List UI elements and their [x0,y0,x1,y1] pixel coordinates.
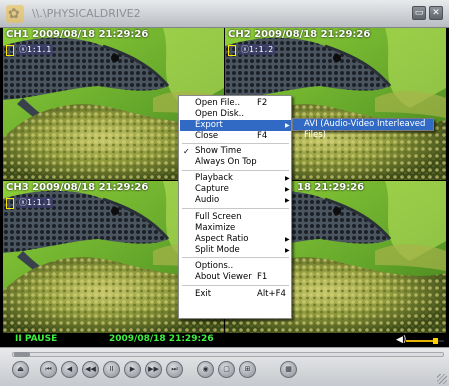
menu-item-exit[interactable]: Exit Alt+F4 [180,289,291,300]
menu-item-label: Audio [195,195,220,205]
title-bar: ✿ \\.\PHYSICALDRIVE2 ▭ ✕ [0,0,449,28]
submenu-arrow-icon: ▶ [285,247,290,254]
menu-item-about-viewer[interactable]: About Viewer F1 [180,272,291,283]
export-avi-option[interactable]: AVI (Audio-Video Interleaved Files) [304,119,433,141]
menu-item-shortcut: F2 [257,98,268,108]
window-title: \\.\PHYSICALDRIVE2 [32,7,141,20]
channel-sub-label: ⓧ1:1.1 [17,197,54,208]
menu-item-label: Always On Top [195,157,257,167]
menu-separator [182,208,289,209]
menu-item-label: Maximize [195,223,236,233]
menu-item-label: Capture [195,184,229,194]
channel-sub-label: ⓧ1:1.1 [17,44,54,55]
volume-thumb[interactable] [433,338,439,344]
play-icon[interactable]: ▶ [124,361,141,378]
quad-view-icon[interactable]: ⊞ [239,361,256,378]
step-back-icon[interactable]: ◀ [61,361,78,378]
record-indicator-icon [6,198,14,209]
playback-datetime: 2009/08/18 21:29:26 [109,334,214,344]
pause-icon[interactable]: II [103,361,120,378]
skip-forward-icon[interactable]: ⏭ [166,361,183,378]
menu-item-label: Export [195,120,223,130]
menu-item-label: Show Time [195,146,242,156]
menu-item-shortcut: F1 [257,272,268,282]
menu-item-label: Options.. [195,261,234,271]
channel-label: CH2 2009/08/18 21:29:26 [228,29,371,40]
menu-separator [182,143,289,144]
menu-separator [182,257,289,258]
menu-item-playback[interactable]: Playback ▶ [180,173,291,184]
menu-item-export[interactable]: Export ▶ [180,120,291,131]
menu-item-label: About Viewer [195,272,252,282]
menu-item-label: Exit [195,289,212,299]
resize-grip[interactable] [437,374,447,384]
submenu-arrow-icon: ▶ [285,197,290,204]
close-icon[interactable]: ✕ [429,6,443,20]
menu-item-show-time[interactable]: ✓ Show Time [180,146,291,157]
fast-forward-icon[interactable]: ▶▶ [145,361,162,378]
submenu-arrow-icon: ▶ [285,122,290,129]
menu-item-options[interactable]: Options.. [180,261,291,272]
grid-view-icon[interactable]: ▦ [280,361,297,378]
app-logo-icon[interactable]: ✿ [6,5,24,23]
menu-item-label: Open Disk.. [195,109,245,119]
menu-item-label: Split Mode [195,245,240,255]
submenu-arrow-icon: ▶ [285,186,290,193]
menu-item-split-mode[interactable]: Split Mode ▶ [180,245,291,256]
record-indicator-icon [6,45,14,56]
menu-item-audio[interactable]: Audio ▶ [180,195,291,206]
submenu-arrow-icon: ▶ [285,236,290,243]
menu-item-label: Open File.. [195,98,241,108]
minimize-icon[interactable]: ▭ [412,6,426,20]
menu-item-full-screen[interactable]: Full Screen [180,212,291,223]
channel-label: 18 21:29:26 [297,182,365,193]
menu-item-open-file[interactable]: Open File.. F2 [180,98,291,109]
menu-item-label: Close [195,131,219,141]
channel-sub-label: ⓧ1:1.2 [239,44,276,55]
menu-separator [182,170,289,171]
seek-thumb[interactable] [14,352,30,357]
channel-label: CH1 2009/08/18 21:29:26 [6,29,149,40]
rewind-icon[interactable]: ◀◀ [82,361,99,378]
menu-item-label: Full Screen [195,212,242,222]
menu-item-open-disk[interactable]: Open Disk.. [180,109,291,120]
export-submenu[interactable]: AVI (Audio-Video Interleaved Files) [292,118,434,140]
channel-label: CH3 2009/08/18 21:29:26 [6,182,149,193]
camera-icon[interactable]: ◉ [197,361,214,378]
context-menu: Open File.. F2 Open Disk.. Export ▶ Close F4 ✓ S… [178,95,292,319]
menu-item-aspect-ratio[interactable]: Aspect Ratio ▶ [180,234,291,245]
menu-item-capture[interactable]: Capture ▶ [180,184,291,195]
menu-item-shortcut: F4 [257,131,268,141]
submenu-arrow-icon: ▶ [285,175,290,182]
single-view-icon[interactable]: ▢ [218,361,235,378]
menu-item-label: Aspect Ratio [195,234,249,244]
volume-slider[interactable] [406,338,444,344]
skip-back-icon[interactable]: ⏮ [40,361,57,378]
control-bar: ⏏ ⏮ ◀ ◀◀ II ▶ ▶▶ ⏭ ◉ ▢ ⊞ ▦ [0,347,449,386]
volume-fill [406,340,437,342]
record-indicator-icon [228,45,236,56]
volume-icon[interactable]: ◀) [396,335,406,345]
menu-item-close[interactable]: Close F4 [180,131,291,142]
menu-separator [182,285,289,286]
menu-item-always-on-top[interactable]: Always On Top [180,157,291,168]
playback-state: II PAUSE [15,334,58,344]
menu-item-maximize[interactable]: Maximize [180,223,291,234]
check-icon: ✓ [183,147,190,156]
menu-item-shortcut: Alt+F4 [257,289,286,299]
seek-bar[interactable] [12,352,444,357]
status-bar: II PAUSE 2009/08/18 21:29:26 ◀) [3,334,446,347]
eject-icon[interactable]: ⏏ [12,361,29,378]
menu-item-label: Playback [195,173,233,183]
